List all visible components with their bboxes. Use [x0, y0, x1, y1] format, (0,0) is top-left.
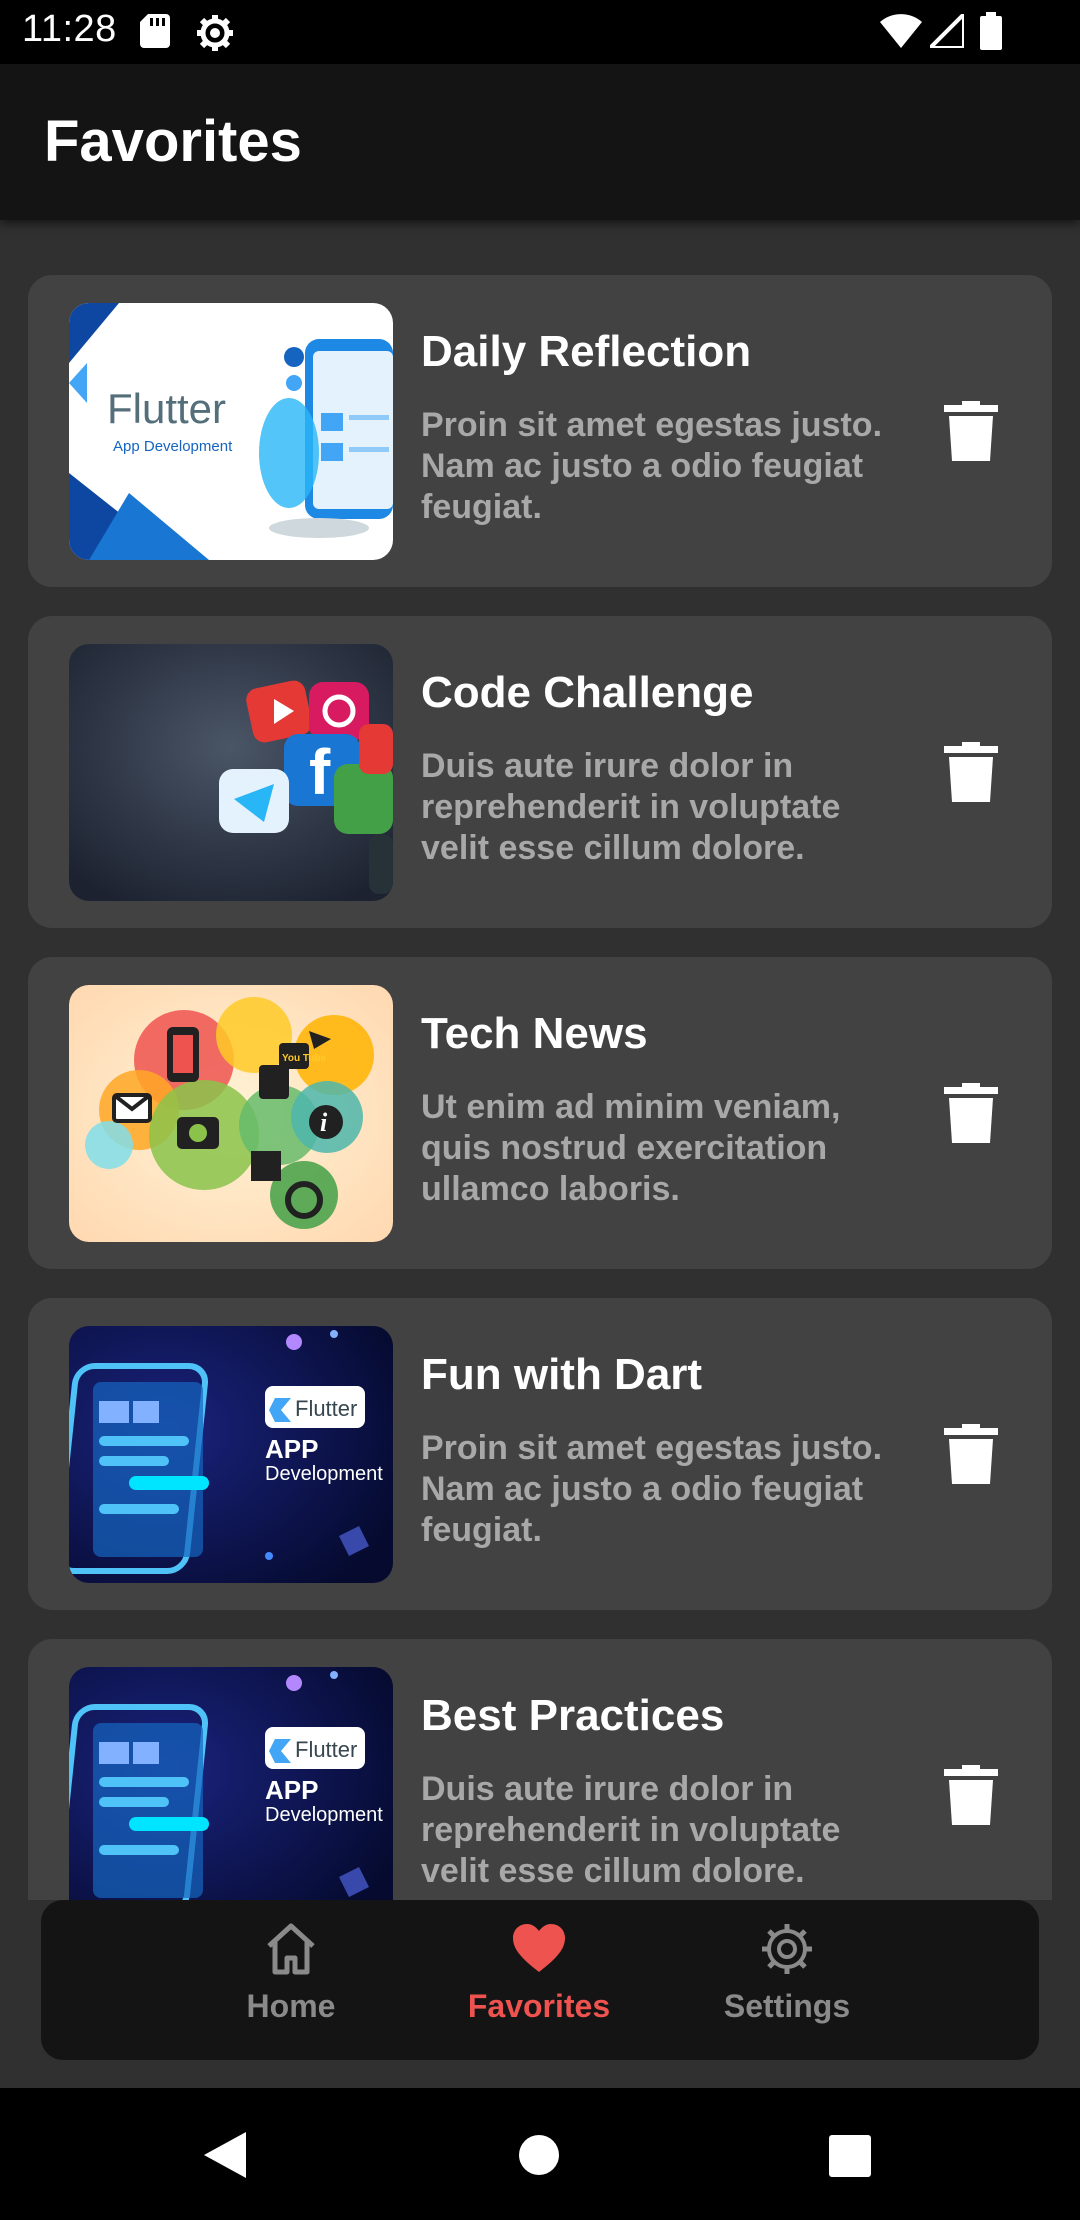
favorites-list[interactable]: Flutter App Development Daily Reflection…	[0, 220, 1080, 1900]
back-button[interactable]	[204, 2132, 246, 2183]
card-thumbnail: Flutter APP Development	[69, 1667, 393, 1900]
home-button[interactable]	[518, 2134, 560, 2181]
card-thumbnail: f	[69, 644, 393, 901]
card-title: Fun with Dart	[421, 1350, 703, 1399]
favorite-card[interactable]: You Tube i Tech News Ut enim ad minim ve…	[28, 957, 1052, 1269]
page-title: Favorites	[44, 109, 302, 174]
home-circle-icon	[519, 2135, 559, 2175]
delete-button[interactable]	[944, 401, 998, 461]
home-icon	[267, 1923, 315, 1975]
card-title: Daily Reflection	[421, 327, 752, 376]
favorite-card[interactable]: Flutter App Development Daily Reflection…	[28, 275, 1052, 587]
trash-icon	[944, 1765, 998, 1825]
svg-text:i: i	[320, 1108, 328, 1137]
status-time: 11:28	[22, 8, 117, 50]
thumb-text-flutter: Flutter	[107, 385, 226, 432]
app-bar: Favorites	[0, 64, 1080, 220]
favorite-card[interactable]: f Code Challenge Duis aute irure dolor i…	[28, 616, 1052, 928]
trash-icon	[944, 1083, 998, 1143]
nav-label-settings: Settings	[723, 1988, 851, 2024]
card-title: Code Challenge	[421, 668, 754, 717]
wifi-icon	[880, 14, 922, 53]
settings-gear-icon	[196, 14, 234, 57]
system-navigation-bar	[0, 2088, 1080, 2220]
bottom-navigation-bar: Home Favorites Settings	[41, 1900, 1039, 2060]
sd-card-icon	[140, 14, 170, 53]
status-bar: 11:28	[0, 0, 1080, 64]
thumb-text-appdev: App Development	[113, 438, 233, 455]
settings-icon	[762, 1924, 812, 1974]
nav-item-favorites[interactable]: Favorites	[439, 1922, 639, 2042]
favorite-card[interactable]: Flutter APP Development Fun with Dart Pr…	[28, 1298, 1052, 1610]
recents-button[interactable]	[829, 2135, 871, 2182]
favorite-card[interactable]: Flutter APP Development Best Practices D…	[28, 1639, 1052, 1900]
card-thumbnail: Flutter App Development	[69, 303, 393, 560]
card-description: Duis aute irure dolor in reprehenderit i…	[421, 1770, 841, 1890]
svg-text:f: f	[309, 736, 331, 808]
nav-item-settings[interactable]: Settings	[687, 1922, 887, 2042]
thumb-text-app: APP	[265, 1775, 318, 1805]
trash-icon	[944, 401, 998, 461]
recents-square-icon	[829, 2135, 871, 2177]
nav-label-home: Home	[246, 1988, 336, 2024]
card-description: Duis aute irure dolor in reprehenderit i…	[421, 747, 841, 867]
thumb-text-development: Development	[265, 1804, 383, 1826]
card-title: Best Practices	[421, 1691, 725, 1740]
card-thumbnail: You Tube i	[69, 985, 393, 1242]
delete-button[interactable]	[944, 742, 998, 802]
heart-icon	[513, 1924, 565, 1972]
trash-icon	[944, 742, 998, 802]
delete-button[interactable]	[944, 1083, 998, 1143]
trash-icon	[944, 1424, 998, 1484]
thumb-text-youtube: You Tube	[282, 1053, 327, 1064]
back-triangle-icon	[204, 2132, 246, 2178]
nav-label-favorites: Favorites	[467, 1988, 611, 2024]
cell-signal-icon	[925, 9, 966, 53]
card-description: Proin sit amet egestas justo. Nam ac jus…	[421, 406, 883, 526]
thumb-text-flutter: Flutter	[295, 1737, 357, 1762]
card-description: Ut enim ad minim veniam, quis nostrud ex…	[421, 1088, 841, 1208]
battery-icon	[980, 12, 1002, 55]
nav-item-home[interactable]: Home	[191, 1922, 391, 2042]
card-title: Tech News	[421, 1009, 648, 1058]
delete-button[interactable]	[944, 1424, 998, 1484]
card-thumbnail: Flutter APP Development	[69, 1326, 393, 1583]
thumb-text-app: APP	[265, 1434, 318, 1464]
thumb-text-flutter: Flutter	[295, 1396, 357, 1421]
thumb-text-development: Development	[265, 1463, 383, 1485]
delete-button[interactable]	[944, 1765, 998, 1825]
card-description: Proin sit amet egestas justo. Nam ac jus…	[421, 1429, 883, 1549]
